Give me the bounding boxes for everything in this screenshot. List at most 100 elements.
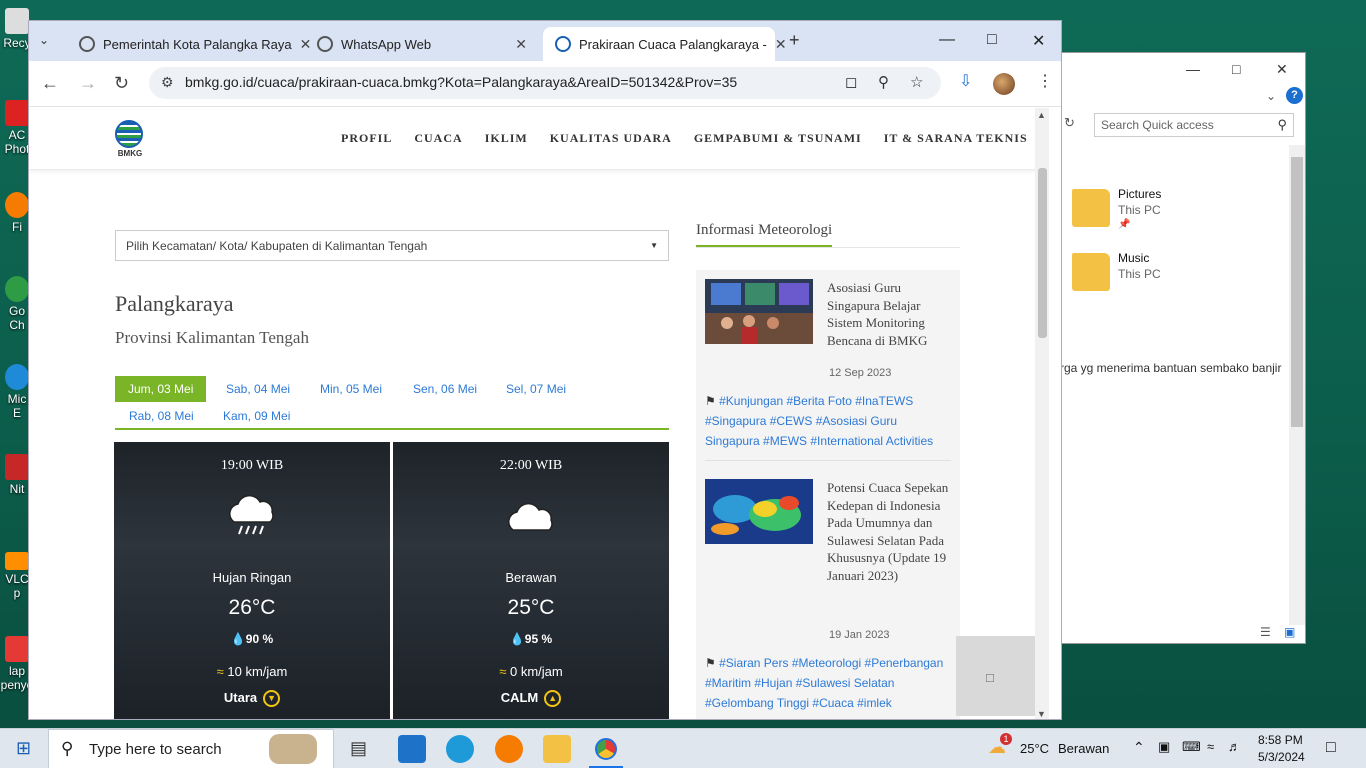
news-thumbnail[interactable] <box>705 279 813 344</box>
firefox-icon[interactable] <box>495 735 523 763</box>
quick-access-item-pictures[interactable]: Pictures This PC 📌 <box>1072 185 1292 233</box>
menu-kualitas-udara[interactable]: KUALITAS UDARA <box>550 131 672 146</box>
zoom-icon[interactable]: ⚲ <box>878 73 889 91</box>
menu-cuaca[interactable]: CUACA <box>414 131 462 146</box>
forecast-wind: ≈ 0 km/jam <box>499 664 563 679</box>
taskbar-search-input[interactable]: ⚲ Type here to search <box>48 729 334 768</box>
tab-day-3[interactable]: Sen, 06 Mei <box>413 382 477 396</box>
address-bar[interactable]: ⚙ bmkg.go.id/cuaca/prakiraan-cuaca.bmkg?… <box>149 67 941 99</box>
tab-search-icon[interactable]: ⌄ <box>39 33 49 47</box>
new-tab-icon[interactable]: + <box>789 30 800 51</box>
scroll-down-icon[interactable]: ▼ <box>1037 709 1046 719</box>
edge-icon <box>5 364 29 390</box>
globe-icon <box>79 36 95 52</box>
search-icon: ⚲ <box>61 739 74 758</box>
quick-access-search-input[interactable]: Search Quick access ⚲ <box>1094 113 1294 137</box>
file-explorer-window: — □ ✕ ⌄ ? ↻ Search Quick access ⚲ Pictur… <box>1060 52 1306 644</box>
news-tags[interactable]: ⚑ #Siaran Pers #Meteorologi #Penerbangan… <box>705 653 951 713</box>
menu-gempabumi[interactable]: GEMPABUMI & TSUNAMI <box>694 131 862 146</box>
city-title: Palangkaraya <box>115 291 234 316</box>
file-name-fragment[interactable]: rga yg menerima bantuan sembako banjir <box>1060 361 1281 375</box>
more-menu-icon[interactable]: ⋮ <box>1037 71 1053 91</box>
meet-now-icon[interactable]: ▣ <box>1158 739 1170 755</box>
main-menu: PROFIL CUACA IKLIM KUALITAS UDARA GEMPAB… <box>341 131 1028 146</box>
details-view-icon[interactable]: ☰ <box>1260 625 1271 639</box>
quick-access-item-music[interactable]: Music This PC <box>1072 249 1292 297</box>
menu-profil[interactable]: PROFIL <box>341 131 392 146</box>
forecast-wind-direction: Utara ▼ <box>114 690 390 708</box>
tab-pemerintah-kota[interactable]: Pemerintah Kota Palangka Raya ✕ <box>67 27 311 61</box>
water-drop-icon: 💧 <box>230 632 246 646</box>
tab-day-6[interactable]: Kam, 09 Mei <box>223 409 290 423</box>
minimize-icon[interactable]: — <box>939 31 955 49</box>
menu-iklim[interactable]: IKLIM <box>485 131 528 146</box>
help-icon[interactable]: ? <box>1286 87 1303 104</box>
page-scrollbar[interactable]: ▲ ▼ <box>1035 108 1049 719</box>
vlc-icon <box>5 552 29 570</box>
tab-day-4[interactable]: Sel, 07 Mei <box>506 382 566 396</box>
tab-day-0[interactable]: Jum, 03 Mei <box>115 376 207 402</box>
weather-description[interactable]: Berawan <box>1058 741 1109 756</box>
reload-icon[interactable]: ↻ <box>114 73 129 94</box>
large-icons-view-icon[interactable]: ▣ <box>1284 625 1295 639</box>
profile-avatar[interactable] <box>993 73 1015 95</box>
forward-icon[interactable]: → <box>79 73 97 94</box>
site-info-icon[interactable]: ⚙ <box>161 74 174 91</box>
tab-strip: ⌄ Pemerintah Kota Palangka Raya ✕ WhatsA… <box>29 21 1061 61</box>
file-explorer-icon[interactable] <box>543 735 571 763</box>
page-scroll-thumb[interactable] <box>1038 168 1047 338</box>
input-method-icon[interactable]: ⌨ <box>1182 739 1201 755</box>
menu-it-sarana[interactable]: IT & SARANA TEKNIS <box>884 131 1028 146</box>
floating-action-button[interactable]: □ <box>956 636 1036 716</box>
news-title[interactable]: Potensi Cuaca Sepekan Kedepan di Indones… <box>827 479 951 584</box>
maximize-icon[interactable]: □ <box>1232 61 1240 77</box>
forecast-card[interactable]: 22:00 WIB Berawan 25°C 💧95 % ≈ 0 km/jam … <box>393 442 669 719</box>
tab-day-2[interactable]: Min, 05 Mei <box>320 382 382 396</box>
notifications-icon[interactable]: □ <box>1326 739 1336 757</box>
news-thumbnail[interactable] <box>705 479 813 544</box>
bmkg-favicon-icon <box>555 36 571 52</box>
wifi-icon[interactable]: ≈ <box>1207 739 1214 754</box>
tab-day-1[interactable]: Sab, 04 Mei <box>226 382 290 396</box>
task-view-icon[interactable]: ▤ <box>350 738 367 759</box>
mail-icon[interactable] <box>398 735 426 763</box>
edge-icon[interactable] <box>446 735 474 763</box>
light-rain-icon <box>229 494 274 535</box>
bmkg-logo[interactable]: BMKG <box>115 120 145 158</box>
tab-prakiraan-cuaca[interactable]: Prakiraan Cuaca Palangkaraya - ✕ <box>543 27 787 61</box>
chevron-down-icon[interactable]: ⌄ <box>1266 89 1276 103</box>
chrome-icon[interactable] <box>592 735 620 763</box>
close-icon[interactable]: ✕ <box>1276 61 1288 78</box>
province-subtitle: Provinsi Kalimantan Tengah <box>115 328 309 347</box>
globe-icon <box>317 36 333 52</box>
forecast-temperature: 26°C <box>228 596 276 619</box>
volume-icon[interactable]: ♬ <box>1228 739 1241 754</box>
close-window-icon[interactable]: ✕ <box>1032 31 1045 51</box>
explorer-scroll-thumb[interactable] <box>1291 157 1303 427</box>
back-icon[interactable]: ← <box>41 73 59 94</box>
minimize-icon[interactable]: — <box>1186 61 1200 77</box>
close-tab-icon[interactable]: ✕ <box>515 36 527 53</box>
forecast-card[interactable]: 19:00 WIB Hujan Ringan 26°C 💧90 % ≈ 10 k… <box>114 442 390 719</box>
news-item[interactable]: Asosiasi Guru Singapura Belajar Sistem M… <box>705 279 951 454</box>
download-icon[interactable]: ⇩ <box>959 71 972 91</box>
news-item[interactable]: Potensi Cuaca Sepekan Kedepan di Indones… <box>705 479 951 719</box>
clock-date[interactable]: 5/3/2024 <box>1258 750 1305 764</box>
forecast-temperature: 25°C <box>507 596 555 619</box>
translate-icon[interactable]: ◻ <box>845 73 857 91</box>
clock-time[interactable]: 8:58 PM <box>1258 733 1303 747</box>
news-tags[interactable]: ⚑ #Kunjungan #Berita Foto #InaTEWS #Sing… <box>705 391 951 451</box>
tab-day-5[interactable]: Rab, 08 Mei <box>129 409 194 423</box>
maximize-icon[interactable]: □ <box>987 31 997 49</box>
refresh-icon[interactable]: ↻ <box>1064 115 1075 131</box>
news-title[interactable]: Asosiasi Guru Singapura Belajar Sistem M… <box>827 279 951 349</box>
bookmark-star-icon[interactable]: ☆ <box>910 73 923 91</box>
close-tab-icon[interactable]: ✕ <box>775 36 787 53</box>
windows-start-icon[interactable]: ⊞ <box>16 738 31 759</box>
chevron-up-icon[interactable]: ⌃ <box>1133 739 1145 756</box>
tab-whatsapp-web[interactable]: WhatsApp Web ✕ <box>305 27 539 61</box>
location-select[interactable]: Pilih Kecamatan/ Kota/ Kabupaten di Kali… <box>115 230 669 261</box>
scroll-up-icon[interactable]: ▲ <box>1037 110 1046 120</box>
search-highlight-koala-icon <box>269 734 317 764</box>
weather-temperature[interactable]: 25°C <box>1020 741 1049 756</box>
